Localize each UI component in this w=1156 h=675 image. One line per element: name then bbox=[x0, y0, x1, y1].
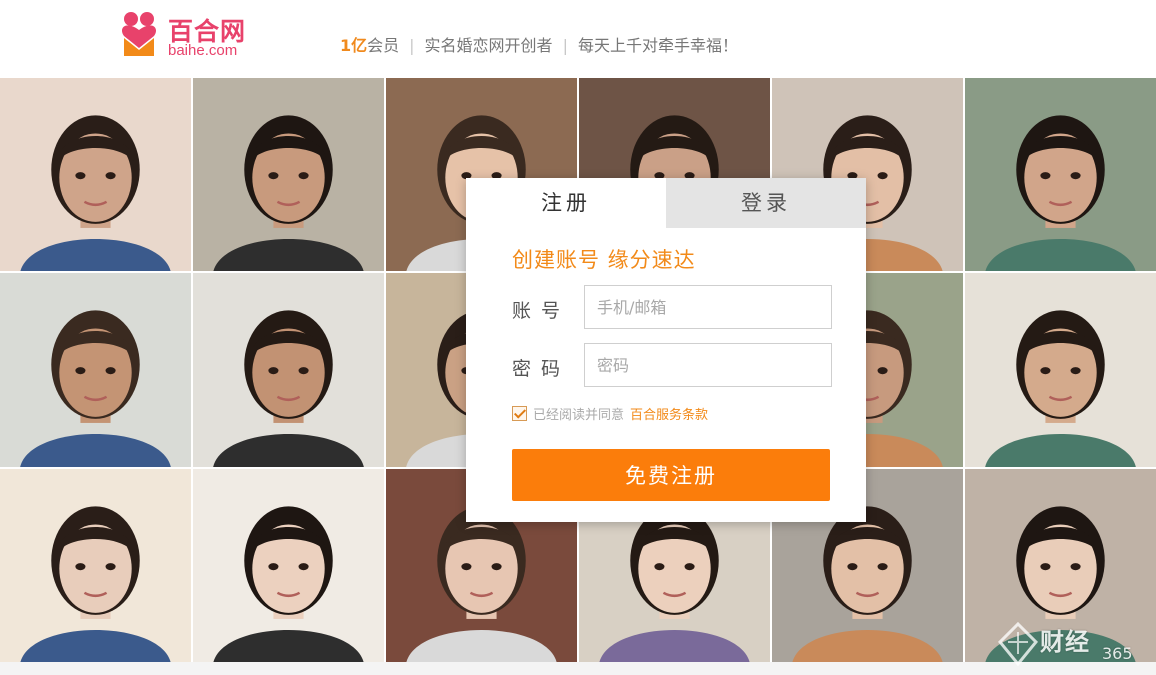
tab-register[interactable]: 注册 bbox=[466, 178, 666, 228]
member-count: 1亿 bbox=[340, 36, 368, 55]
baihe-logo[interactable]: 百合网 baihe.com bbox=[116, 8, 276, 64]
member-photo bbox=[0, 273, 191, 467]
account-input[interactable] bbox=[584, 285, 832, 329]
password-input[interactable] bbox=[584, 343, 832, 387]
tab-login[interactable]: 登录 bbox=[666, 178, 866, 228]
panel-tabs: 注册 登录 bbox=[466, 178, 866, 228]
agreement-row: 已经阅读并同意 百合服务条款 bbox=[512, 404, 708, 423]
member-photo bbox=[965, 273, 1156, 467]
account-label: 账 号 bbox=[512, 300, 563, 322]
header-slogan: 1亿会员 | 实名婚恋网开创者 | 每天上千对牵手幸福！ bbox=[340, 32, 738, 56]
slogan-happiness: 每天上千对牵手幸福！ bbox=[577, 36, 738, 55]
watermark-text: 财经 bbox=[1040, 628, 1090, 656]
slogan-members: 会员 bbox=[367, 36, 400, 55]
watermark-logo-icon bbox=[998, 622, 1038, 666]
slogan-pioneer: 实名婚恋网开创者 bbox=[424, 36, 553, 55]
slogan-separator: | bbox=[562, 36, 568, 55]
slogan-separator: | bbox=[409, 36, 415, 55]
register-panel: 注册 登录 创建账号 缘分速达 账 号 密 码 已经阅读并同意 百合服务条款 免… bbox=[466, 178, 866, 522]
password-label: 密 码 bbox=[512, 358, 563, 380]
logo-text-en: baihe.com bbox=[168, 42, 238, 59]
member-photo bbox=[193, 273, 384, 467]
agree-text: 已经阅读并同意 bbox=[533, 407, 625, 423]
heart-logo-icon bbox=[121, 12, 157, 56]
watermark-number: 365 bbox=[1102, 644, 1133, 663]
free-register-button[interactable]: 免费注册 bbox=[512, 449, 830, 501]
terms-link[interactable]: 百合服务条款 bbox=[630, 404, 708, 423]
form-title: 创建账号 缘分速达 bbox=[512, 248, 696, 272]
member-photo bbox=[193, 468, 384, 662]
member-photo bbox=[193, 78, 384, 272]
member-photo bbox=[0, 78, 191, 272]
agree-checkbox[interactable] bbox=[512, 405, 527, 421]
watermark: 财经 365 bbox=[998, 620, 1148, 670]
member-photo bbox=[0, 468, 191, 662]
bottom-strip bbox=[0, 662, 1156, 675]
site-header: 百合网 baihe.com 1亿会员 | 实名婚恋网开创者 | 每天上千对牵手幸福！ bbox=[0, 0, 1156, 78]
member-photo bbox=[965, 78, 1156, 272]
